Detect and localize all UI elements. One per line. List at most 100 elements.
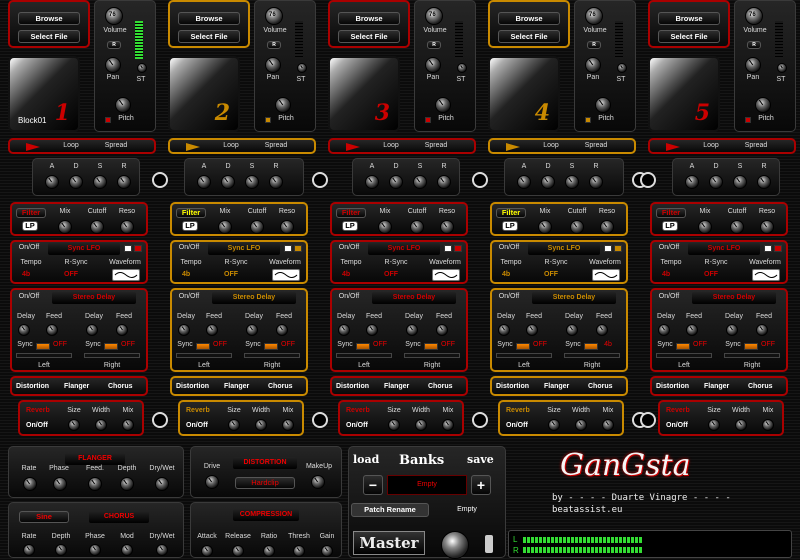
adsr-a-knob[interactable] bbox=[517, 175, 531, 189]
distortion-drive-knob[interactable] bbox=[205, 475, 219, 489]
reverb-size-knob[interactable] bbox=[68, 419, 80, 431]
filter-mix-knob[interactable] bbox=[218, 220, 232, 234]
pitch-knob[interactable] bbox=[115, 97, 131, 113]
left-pan-slider[interactable] bbox=[496, 353, 552, 358]
browse-button[interactable]: Browse bbox=[178, 12, 240, 25]
bank-next-button[interactable]: + bbox=[471, 475, 491, 495]
adsr-r-knob[interactable] bbox=[437, 175, 451, 189]
reverb-onoff-button[interactable]: On/Off bbox=[666, 422, 688, 429]
filter-mix-knob[interactable] bbox=[538, 220, 552, 234]
feed-left-knob[interactable] bbox=[206, 324, 218, 336]
reverb-size-knob[interactable] bbox=[228, 419, 240, 431]
filter-type-button[interactable]: LP bbox=[342, 221, 358, 231]
adsr-d-knob[interactable] bbox=[389, 175, 403, 189]
delay-right-knob[interactable] bbox=[566, 324, 578, 336]
browse-button[interactable]: Browse bbox=[658, 12, 720, 25]
feed-right-knob[interactable] bbox=[436, 324, 448, 336]
delay-left-knob[interactable] bbox=[498, 324, 510, 336]
sync-left-toggle[interactable] bbox=[676, 343, 690, 350]
filter-reso-knob[interactable] bbox=[440, 220, 454, 234]
reverb-size-knob[interactable] bbox=[708, 419, 720, 431]
lfo-flag-button[interactable] bbox=[774, 245, 782, 252]
flanger-button[interactable]: Flanger bbox=[224, 383, 249, 390]
stereo-knob[interactable] bbox=[297, 63, 307, 73]
adsr-d-knob[interactable] bbox=[69, 175, 83, 189]
lfo-flag-button[interactable] bbox=[454, 245, 462, 252]
lfo-rsync-value[interactable]: OFF bbox=[64, 271, 78, 278]
sample-pad[interactable]: 3 bbox=[328, 56, 400, 132]
stereo-knob[interactable] bbox=[617, 63, 627, 73]
delay-left-knob[interactable] bbox=[178, 324, 190, 336]
flanger-feed-knob[interactable] bbox=[88, 477, 102, 491]
filter-toggle-button[interactable]: Filter bbox=[656, 208, 686, 218]
lfo-tempo-value[interactable]: 4b bbox=[22, 271, 30, 278]
browse-button[interactable]: Browse bbox=[18, 12, 80, 25]
select-file-button[interactable]: Select File bbox=[178, 30, 240, 43]
r-button[interactable]: R bbox=[427, 41, 441, 49]
master-volume-knob[interactable] bbox=[441, 531, 469, 559]
adsr-a-knob[interactable] bbox=[365, 175, 379, 189]
chorus-button[interactable]: Chorus bbox=[428, 383, 453, 390]
lfo-waveform-display[interactable] bbox=[432, 269, 460, 281]
r-button[interactable]: R bbox=[107, 41, 121, 49]
distortion-button[interactable]: Distortion bbox=[496, 383, 529, 390]
right-pan-slider[interactable] bbox=[404, 353, 460, 358]
adsr-s-knob[interactable] bbox=[413, 175, 427, 189]
filter-toggle-button[interactable]: Filter bbox=[496, 208, 526, 218]
adsr-s-knob[interactable] bbox=[733, 175, 747, 189]
reverb-width-knob[interactable] bbox=[735, 419, 747, 431]
chorus-phase-knob[interactable] bbox=[89, 544, 101, 556]
lfo-play-button[interactable] bbox=[284, 245, 292, 252]
left-pan-slider[interactable] bbox=[656, 353, 712, 358]
pan-knob[interactable] bbox=[265, 57, 281, 73]
reverb-width-knob[interactable] bbox=[95, 419, 107, 431]
sync-left-toggle[interactable] bbox=[196, 343, 210, 350]
compression-gain-knob[interactable] bbox=[321, 545, 333, 557]
sample-pad[interactable]: Block01 1 bbox=[8, 56, 80, 132]
feed-left-knob[interactable] bbox=[46, 324, 58, 336]
filter-cutoff-knob[interactable] bbox=[90, 220, 104, 234]
distortion-makeup-knob[interactable] bbox=[311, 475, 325, 489]
pan-knob[interactable] bbox=[585, 57, 601, 73]
chorus-waveform-button[interactable]: Sine bbox=[19, 511, 69, 523]
sync-right-toggle[interactable] bbox=[424, 343, 438, 350]
left-pan-slider[interactable] bbox=[16, 353, 72, 358]
filter-reso-knob[interactable] bbox=[280, 220, 294, 234]
reverb-onoff-button[interactable]: On/Off bbox=[346, 422, 368, 429]
sync-right-toggle[interactable] bbox=[584, 343, 598, 350]
right-pan-slider[interactable] bbox=[84, 353, 140, 358]
add-block-icon[interactable] bbox=[640, 172, 656, 188]
filter-type-button[interactable]: LP bbox=[22, 221, 38, 231]
loop-arrow-icon[interactable] bbox=[186, 143, 200, 151]
filter-cutoff-knob[interactable] bbox=[730, 220, 744, 234]
browse-button[interactable]: Browse bbox=[498, 12, 560, 25]
reverb-mix-knob[interactable] bbox=[282, 419, 294, 431]
pan-knob[interactable] bbox=[105, 57, 121, 73]
flanger-depth-knob[interactable] bbox=[120, 477, 134, 491]
filter-type-button[interactable]: LP bbox=[502, 221, 518, 231]
sample-pad[interactable]: 5 bbox=[648, 56, 720, 132]
lfo-tempo-value[interactable]: 4b bbox=[182, 271, 190, 278]
adsr-r-knob[interactable] bbox=[589, 175, 603, 189]
left-pan-slider[interactable] bbox=[336, 353, 392, 358]
feed-left-knob[interactable] bbox=[686, 324, 698, 336]
sample-pad[interactable]: 4 bbox=[488, 56, 560, 132]
filter-reso-knob[interactable] bbox=[760, 220, 774, 234]
lfo-waveform-display[interactable] bbox=[112, 269, 140, 281]
chorus-mod-knob[interactable] bbox=[121, 544, 133, 556]
adsr-s-knob[interactable] bbox=[565, 175, 579, 189]
select-file-button[interactable]: Select File bbox=[658, 30, 720, 43]
chorus-button[interactable]: Chorus bbox=[108, 383, 133, 390]
lfo-tempo-value[interactable]: 4b bbox=[502, 271, 510, 278]
right-pan-slider[interactable] bbox=[564, 353, 620, 358]
filter-mix-knob[interactable] bbox=[378, 220, 392, 234]
flanger-button[interactable]: Flanger bbox=[64, 383, 89, 390]
loop-arrow-icon[interactable] bbox=[506, 143, 520, 151]
distortion-button[interactable]: Distortion bbox=[176, 383, 209, 390]
sync-right-toggle[interactable] bbox=[104, 343, 118, 350]
reverb-size-knob[interactable] bbox=[388, 419, 400, 431]
bank-load-button[interactable]: load bbox=[353, 453, 379, 466]
reverb-mix-knob[interactable] bbox=[762, 419, 774, 431]
pan-knob[interactable] bbox=[425, 57, 441, 73]
delay-left-knob[interactable] bbox=[658, 324, 670, 336]
